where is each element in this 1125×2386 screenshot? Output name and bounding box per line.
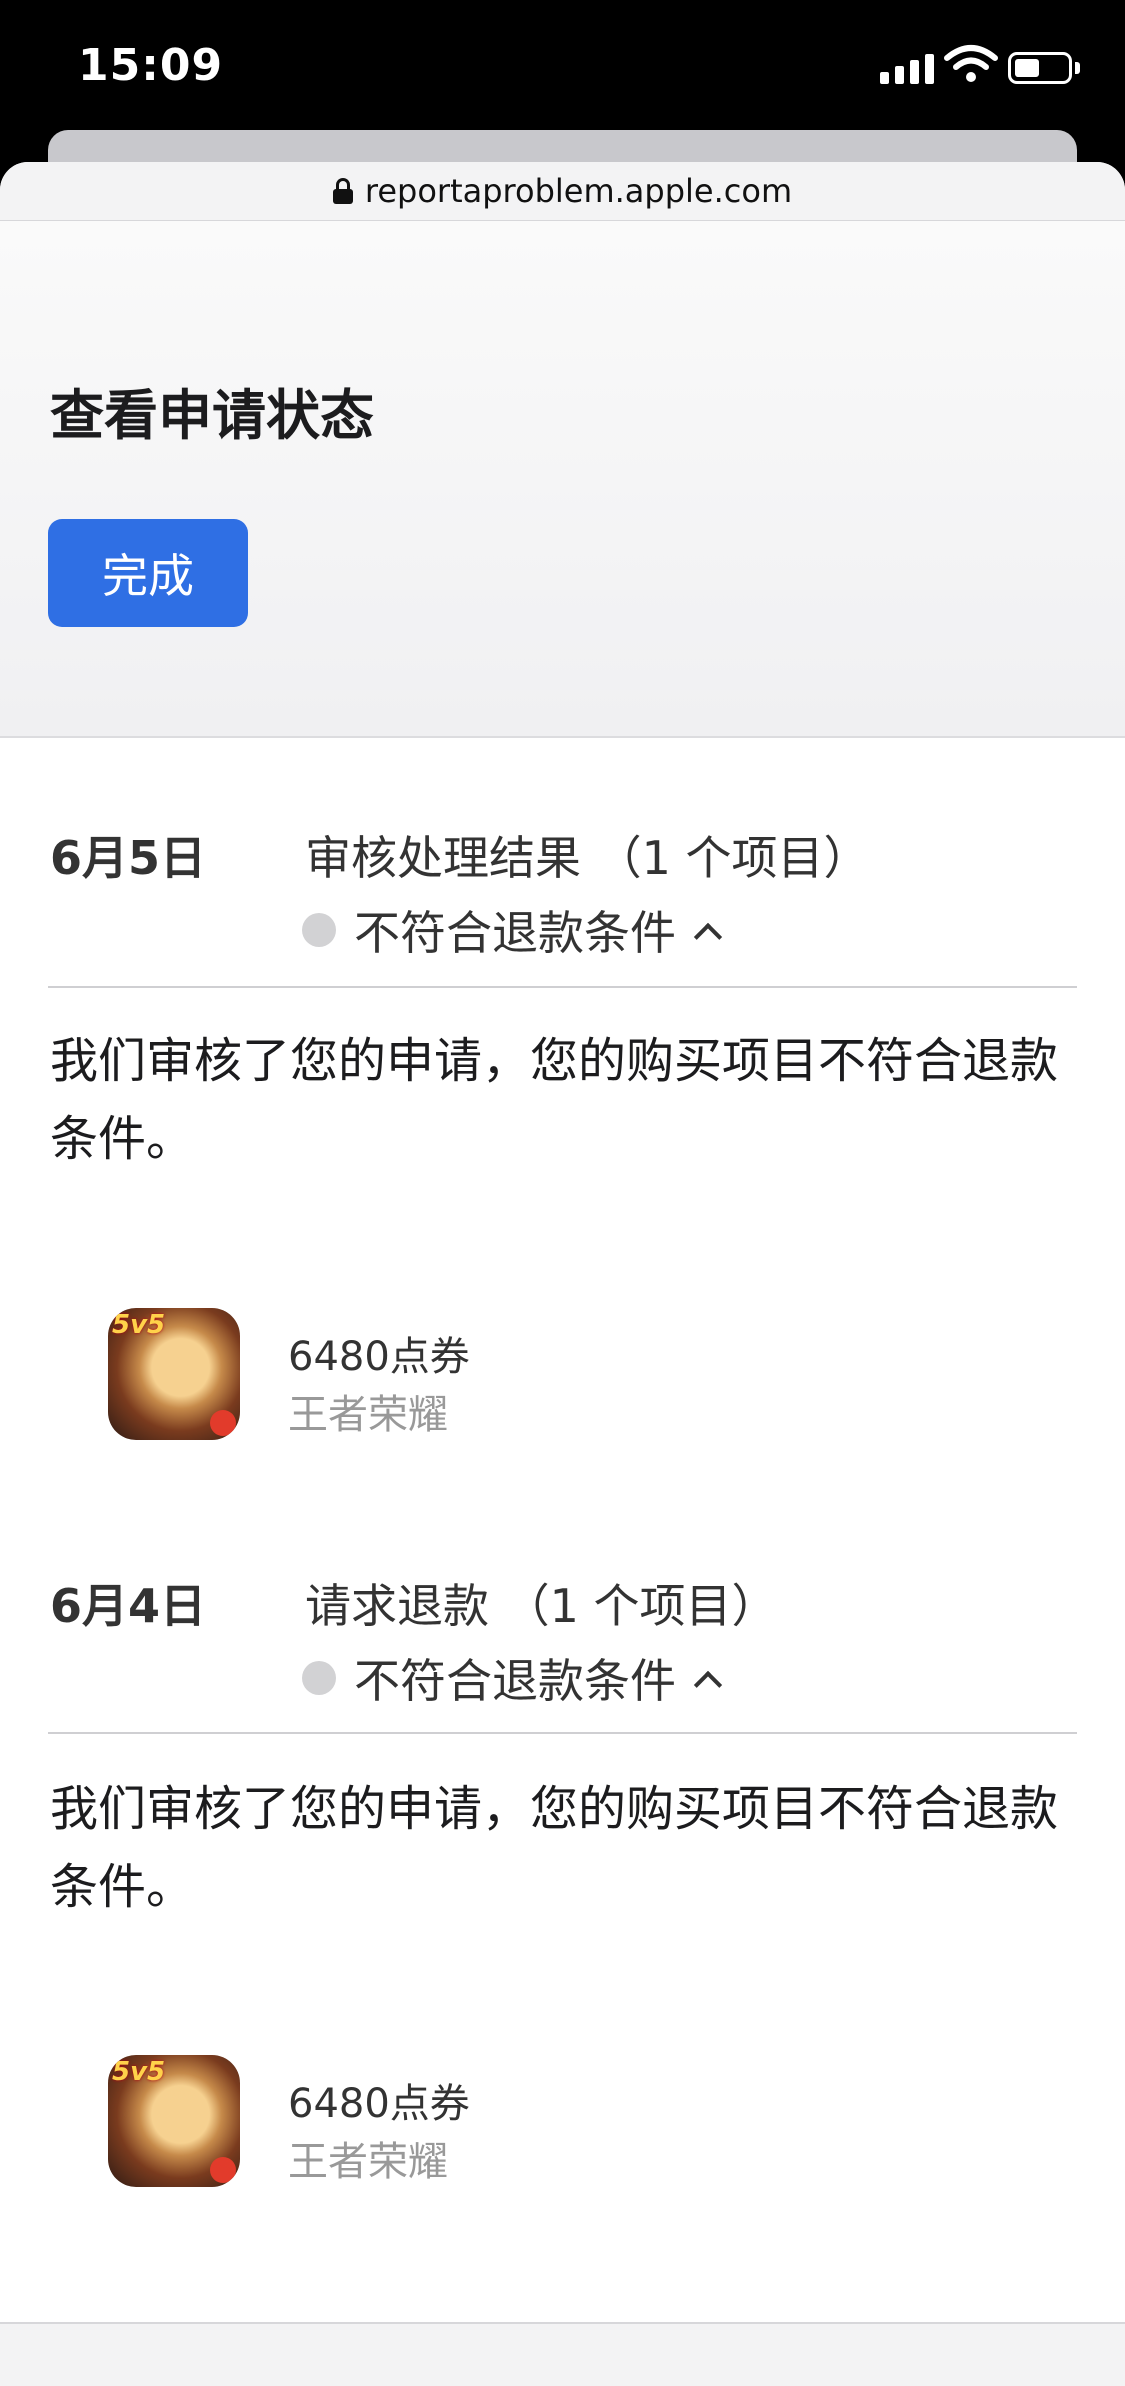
done-button[interactable]: 完成 — [48, 519, 248, 627]
chevron-up-icon — [693, 922, 723, 952]
status-toggle[interactable]: 不符合退款条件 — [302, 1645, 723, 1711]
review-message: 我们审核了您的申请，您的购买项目不符合退款条件。 — [50, 1033, 1059, 1167]
divider — [48, 1732, 1077, 1734]
entry-date: 6月4日 — [50, 1579, 207, 1633]
purchase-item: 5v5 6480点券 王者荣耀 — [108, 2055, 708, 2195]
status-dot — [302, 1661, 336, 1695]
entry-title: 请求退款 （1 个项目） — [305, 1579, 778, 1633]
purchase-item: 5v5 6480点券 王者荣耀 — [108, 1308, 708, 1448]
review-message: 我们审核了您的申请，您的购买项目不符合退款条件。 — [50, 1781, 1059, 1915]
status-bar: 15:09 — [0, 0, 1125, 130]
app-icon: 5v5 — [108, 2055, 240, 2187]
status-toggle[interactable]: 不符合退款条件 — [302, 897, 723, 963]
app-icon: 5v5 — [108, 1308, 240, 1440]
page-title: 查看申请状态 — [50, 384, 374, 447]
page-header: 查看申请状态 完成 — [0, 221, 1125, 738]
url-text: reportaproblem.apple.com — [364, 172, 793, 210]
entry-title: 审核处理结果 （1 个项目） — [305, 831, 870, 885]
address-bar[interactable]: reportaproblem.apple.com — [0, 162, 1125, 221]
status-dot — [302, 913, 336, 947]
sheet: reportaproblem.apple.com 查看申请状态 完成 6月5日 … — [0, 162, 1125, 2386]
clock: 15:09 — [78, 40, 224, 91]
entry-date: 6月5日 — [50, 831, 207, 885]
lock-icon — [332, 178, 353, 204]
item-app-name: 王者荣耀 — [288, 2139, 448, 2185]
bottom-toolbar — [0, 2322, 1125, 2386]
item-app-name: 王者荣耀 — [288, 1392, 448, 1438]
item-name: 6480点券 — [288, 2081, 470, 2127]
battery-icon — [1008, 52, 1072, 84]
app-icon-badge: 5v5 — [112, 1310, 166, 1340]
divider — [48, 986, 1077, 988]
battery-cap — [1075, 62, 1080, 74]
status-text: 不符合退款条件 — [354, 1654, 676, 1708]
chevron-up-icon — [693, 1670, 723, 1700]
status-text: 不符合退款条件 — [354, 906, 676, 960]
app-icon-badge: 5v5 — [112, 2057, 166, 2087]
item-name: 6480点券 — [288, 1334, 470, 1380]
signal-icon — [880, 54, 934, 84]
wifi-icon — [944, 45, 998, 82]
